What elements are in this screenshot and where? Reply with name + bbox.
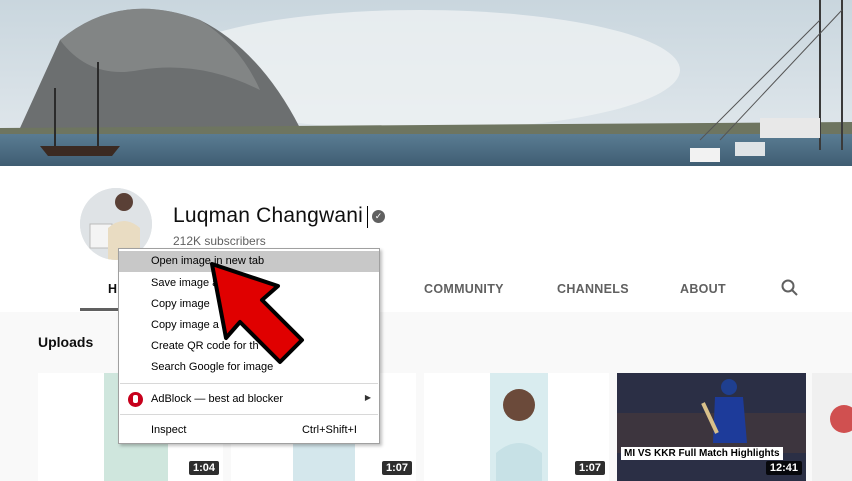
submenu-arrow-icon: ▶ <box>364 393 371 402</box>
adblock-icon <box>128 392 143 407</box>
video-duration: 12:41 <box>765 461 802 475</box>
channel-banner <box>0 0 852 166</box>
video-duration: 1:04 <box>188 461 219 475</box>
video-thumbnail[interactable]: 1:07 <box>424 373 609 481</box>
video-thumbnail[interactable] <box>812 373 852 481</box>
text-cursor <box>367 206 368 228</box>
uploads-title[interactable]: Uploads <box>38 334 93 350</box>
person-image <box>496 389 542 481</box>
tab-about[interactable]: ABOUT <box>680 282 726 296</box>
tab-home[interactable]: H <box>108 282 117 296</box>
thumbnail-image <box>812 373 852 481</box>
inspect-shortcut: Ctrl+Shift+I <box>301 424 357 436</box>
video-duration: 1:07 <box>381 461 412 475</box>
video-thumbnail[interactable]: MI VS KKR Full Match Highlights 12:41 <box>617 373 806 481</box>
verified-icon: ✓ <box>372 210 385 223</box>
banner-image <box>0 0 852 166</box>
video-caption: MI VS KKR Full Match Highlights <box>621 447 783 460</box>
youtube-channel-page: Luqman Changwani ✓ 212K subscribers H CO… <box>0 0 852 481</box>
red-pointer-arrow-icon <box>210 262 304 364</box>
search-icon[interactable] <box>780 278 800 298</box>
menu-separator <box>120 383 378 384</box>
subscriber-count: 212K subscribers <box>173 234 266 248</box>
menu-adblock[interactable]: AdBlock — best ad blocker ▶ <box>119 389 379 410</box>
menu-separator <box>120 414 378 415</box>
tab-channels[interactable]: CHANNELS <box>557 282 629 296</box>
channel-name: Luqman Changwani <box>173 204 363 227</box>
menu-inspect[interactable]: Inspect Ctrl+Shift+I <box>119 420 379 441</box>
video-duration: 1:07 <box>574 461 605 475</box>
thumbnail-image <box>490 373 548 481</box>
tab-community[interactable]: COMMUNITY <box>424 282 504 296</box>
